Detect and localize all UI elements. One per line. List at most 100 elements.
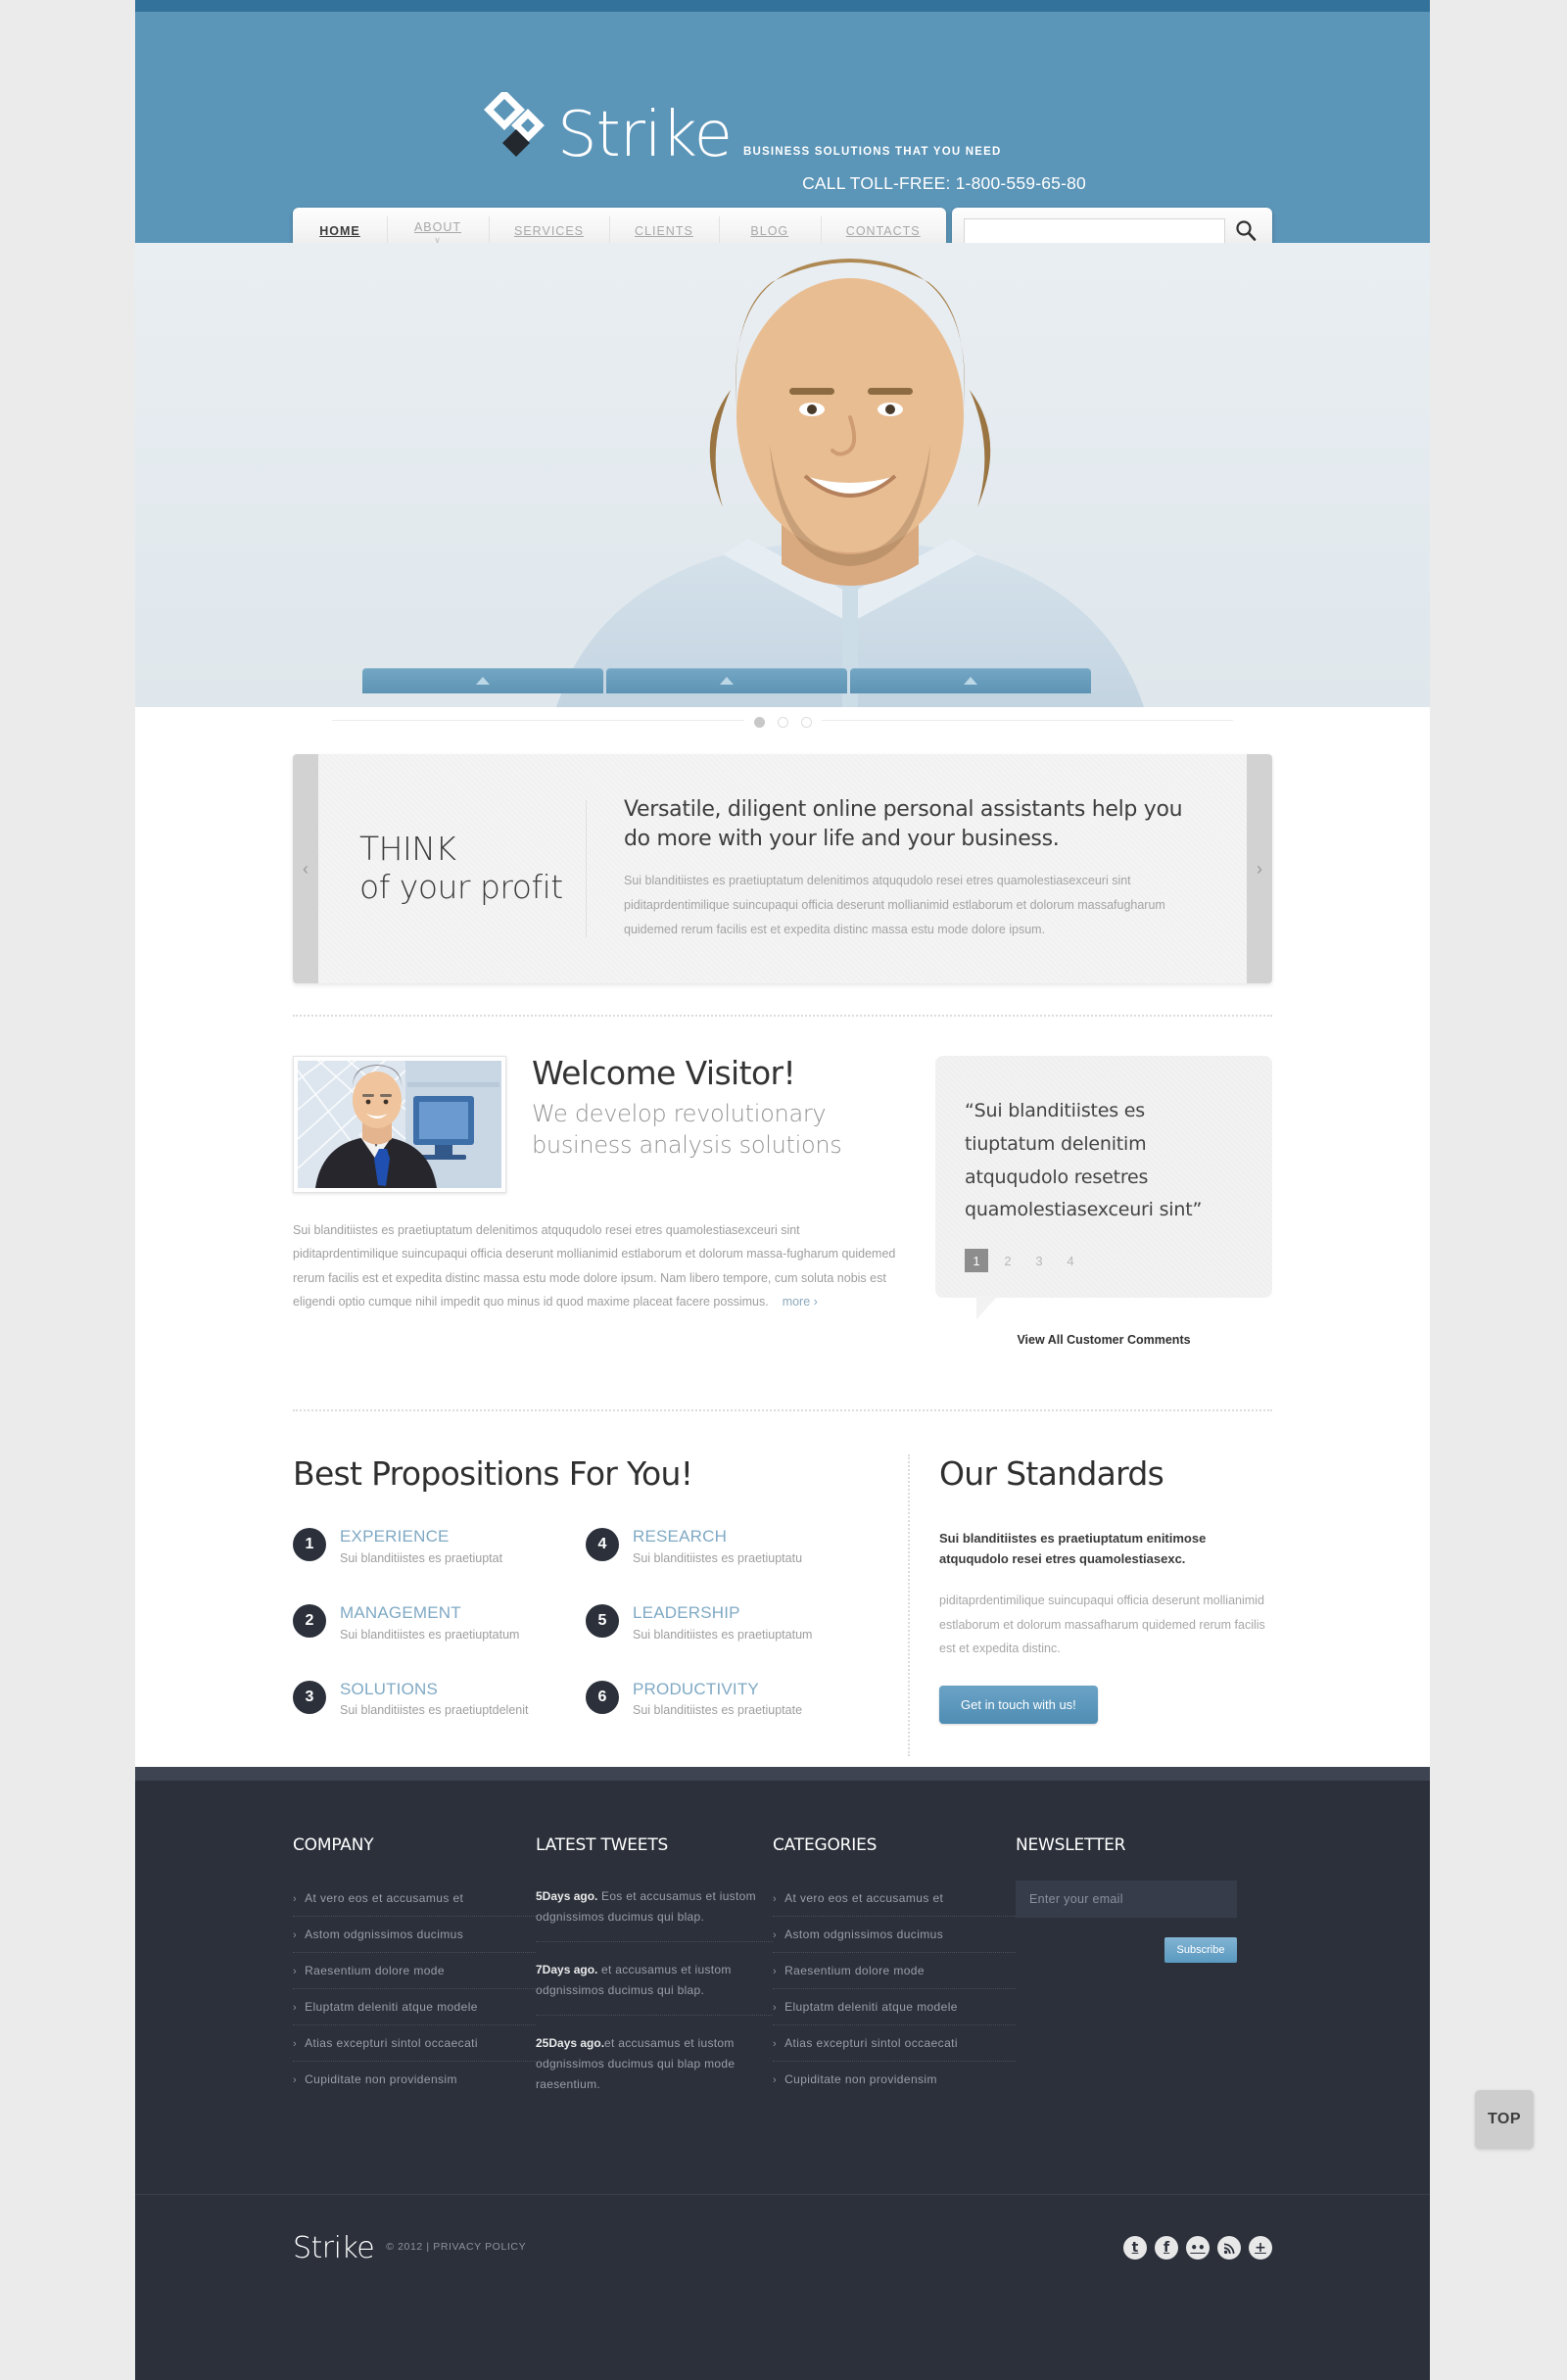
- promo-kicker: THINK: [359, 830, 456, 869]
- site-header: Strike BUSINESS SOLUTIONS THAT YOU NEED …: [135, 0, 1430, 243]
- toll-free-phone: CALL TOLL-FREE: 1-800-559-65-80: [802, 173, 1086, 193]
- welcome-subtitle: We develop revolutionary business analys…: [532, 1100, 842, 1159]
- newsletter-subscribe-button[interactable]: Subscribe: [1164, 1937, 1237, 1963]
- site-footer: COMPANY › At vero eos et accusamus et › Ast…: [135, 1767, 1430, 2194]
- proposition-item[interactable]: 5 LEADERSHIP Sui blanditiistes es praetiup…: [586, 1602, 878, 1642]
- footer-category-link[interactable]: › Raesentium dolore mode: [773, 1964, 925, 1977]
- hero-pager-dots: [743, 716, 822, 728]
- hero-pager-strip: [135, 707, 1430, 737]
- welcome-photo: [293, 1056, 506, 1193]
- testimonial-page-4[interactable]: 4: [1059, 1249, 1082, 1272]
- flickr-icon[interactable]: ••: [1186, 2236, 1210, 2260]
- site-logo[interactable]: Strike BUSINESS SOLUTIONS THAT YOU NEED: [479, 89, 1002, 167]
- footer-tweets-column: LATEST TWEETS 5Days ago. Eos et accusamu…: [536, 1835, 773, 2120]
- chevron-right-icon: ›: [773, 1893, 778, 1905]
- footer-bottom-bar: Strike © 2012 | PRIVACY POLICY t f •• +: [135, 2194, 1430, 2380]
- proposition-number: 3: [293, 1680, 326, 1714]
- nav-item-label: HOME: [319, 224, 360, 238]
- footer-company-list: › At vero eos et accusamus et › Astom odgni…: [293, 1880, 536, 2097]
- chevron-up-icon: [476, 677, 490, 685]
- footer-tweets-list: 5Days ago. Eos et accusamus et iustom od…: [536, 1880, 773, 2109]
- proposition-desc: Sui blanditiistes es praetiuptdelenit: [340, 1703, 529, 1718]
- proposition-number: 6: [586, 1680, 619, 1714]
- proposition-item[interactable]: 1 EXPERIENCE Sui blanditiistes es praetiup…: [293, 1528, 586, 1565]
- hero-pager-dot-3[interactable]: [800, 716, 812, 728]
- footer-category-link[interactable]: › At vero eos et accusamus et: [773, 1891, 943, 1905]
- tweet-time: 7Days ago.: [536, 1963, 598, 1976]
- proposition-item[interactable]: 4 RESEARCH Sui blanditiistes es praetiupta…: [586, 1528, 878, 1565]
- footer-company-link[interactable]: › Eluptatm deleniti atque modele: [293, 2000, 478, 2014]
- promo-slider: THINK of your profit Versatile, diligent…: [293, 754, 1272, 983]
- testimonial-page-3[interactable]: 3: [1027, 1249, 1051, 1272]
- proposition-number: 1: [293, 1528, 326, 1562]
- standards-lead: Sui blanditiistes es praetiuptatum eniti…: [939, 1531, 1207, 1567]
- copyright-text[interactable]: © 2012 | PRIVACY POLICY: [386, 2241, 526, 2256]
- propositions-list: 1 EXPERIENCE Sui blanditiistes es praetiup…: [293, 1528, 878, 1756]
- rss-icon[interactable]: [1217, 2236, 1241, 2260]
- lower-sections: Best Propositions For You! 1 EXPERIENCE Su…: [293, 1454, 1272, 1757]
- main-content: THINK of your profit Versatile, diligent…: [135, 737, 1430, 1767]
- footer-category-item: › Eluptatm deleniti atque modele: [773, 1989, 1016, 2025]
- logo-tagline: BUSINESS SOLUTIONS THAT YOU NEED: [742, 146, 1002, 158]
- proposition-item[interactable]: 2 MANAGEMENT Sui blanditiistes es praetiup…: [293, 1603, 586, 1642]
- footer-logo[interactable]: Strike: [293, 2231, 375, 2265]
- testimonial-bubble: “Sui blanditiistes es tiuptatum deleniti…: [935, 1056, 1272, 1320]
- footer-company-link[interactable]: › Raesentium dolore mode: [293, 1964, 445, 1977]
- footer-category-link[interactable]: › Astom odgnissimos ducimus: [773, 1928, 943, 1941]
- testimonial-page-1[interactable]: 1: [965, 1249, 988, 1273]
- testimonial-quote: “Sui blanditiistes es tiuptatum deleniti…: [965, 1100, 1203, 1221]
- footer-company-link[interactable]: › Astom odgnissimos ducimus: [293, 1928, 463, 1941]
- scroll-to-top-button[interactable]: TOP: [1475, 2090, 1534, 2149]
- footer-company-link[interactable]: › At vero eos et accusamus et: [293, 1891, 463, 1905]
- chevron-right-icon: ›: [773, 2038, 778, 2050]
- welcome-more-link[interactable]: more ›: [783, 1295, 818, 1309]
- view-all-comments-link[interactable]: View All Customer Comments: [935, 1333, 1272, 1347]
- welcome-section: Welcome Visitor! We develop revolutionar…: [293, 1055, 1272, 1347]
- chevron-right-icon: ›: [293, 2002, 298, 2014]
- facebook-icon[interactable]: f: [1155, 2236, 1178, 2260]
- footer-company-link[interactable]: › Cupiditate non providensim: [293, 2072, 457, 2086]
- twitter-icon[interactable]: t: [1123, 2236, 1147, 2260]
- hero-photo: [135, 243, 1430, 707]
- footer-category-link[interactable]: › Atias excepturi sintol occaecati: [773, 2036, 958, 2050]
- footer-category-link[interactable]: › Cupiditate non providensim: [773, 2072, 937, 2086]
- promo-prev-arrow[interactable]: ‹: [293, 856, 318, 881]
- footer-category-link[interactable]: › Eluptatm deleniti atque modele: [773, 2000, 958, 2014]
- newsletter-email-input[interactable]: [1016, 1880, 1237, 1918]
- chevron-right-icon: ›: [293, 2074, 298, 2086]
- proposition-number: 2: [293, 1603, 326, 1638]
- hero-pager-dot-2[interactable]: [777, 716, 788, 728]
- footer-category-item: › Astom odgnissimos ducimus: [773, 1917, 1016, 1953]
- proposition-number: 4: [586, 1528, 619, 1562]
- proposition-title: PRODUCTIVITY: [633, 1679, 759, 1698]
- nav-item-label: CLIENTS: [635, 224, 693, 238]
- hero-tab-3[interactable]: [850, 668, 1091, 693]
- proposition-title: LEADERSHIP: [633, 1602, 740, 1622]
- proposition-desc: Sui blanditiistes es praetiuptate: [633, 1703, 803, 1718]
- nav-item-label: SERVICES: [514, 224, 584, 238]
- chevron-right-icon: ›: [773, 2074, 778, 2086]
- testimonial-page-2[interactable]: 2: [996, 1249, 1020, 1272]
- tweet-time: 5Days ago.: [536, 1889, 598, 1903]
- welcome-body: Sui blanditiistes es praetiuptatum delen…: [293, 1218, 908, 1314]
- proposition-item[interactable]: 3 SOLUTIONS Sui blanditiistes es praetiupt…: [293, 1680, 586, 1718]
- search-input[interactable]: [963, 218, 1225, 244]
- hero-pager-dot-1[interactable]: [753, 716, 765, 728]
- social-links: t f •• +: [1123, 2236, 1272, 2260]
- googleplus-icon[interactable]: +: [1249, 2236, 1272, 2260]
- hero-tab-1[interactable]: [362, 668, 603, 693]
- standards-text: piditaprdentimilique suincupaqui officia…: [939, 1594, 1265, 1656]
- search-icon[interactable]: [1233, 218, 1258, 244]
- proposition-desc: Sui blanditiistes es praetiuptatum: [633, 1627, 813, 1642]
- get-in-touch-button[interactable]: Get in touch with us!: [939, 1686, 1098, 1725]
- footer-newsletter-heading: NEWSLETTER: [1016, 1835, 1126, 1855]
- promo-subkicker: of your profit: [359, 868, 563, 906]
- footer-company-item: › Astom odgnissimos ducimus: [293, 1917, 536, 1953]
- section-divider: [293, 1015, 1272, 1017]
- footer-company-item: › Raesentium dolore mode: [293, 1953, 536, 1989]
- hero-tab-2[interactable]: [606, 668, 847, 693]
- footer-company-item: › Cupiditate non providensim: [293, 2062, 536, 2097]
- proposition-item[interactable]: 6 PRODUCTIVITY Sui blanditiistes es praeti…: [586, 1679, 878, 1718]
- footer-company-link[interactable]: › Atias excepturi sintol occaecati: [293, 2036, 478, 2050]
- promo-next-arrow[interactable]: ›: [1247, 856, 1272, 881]
